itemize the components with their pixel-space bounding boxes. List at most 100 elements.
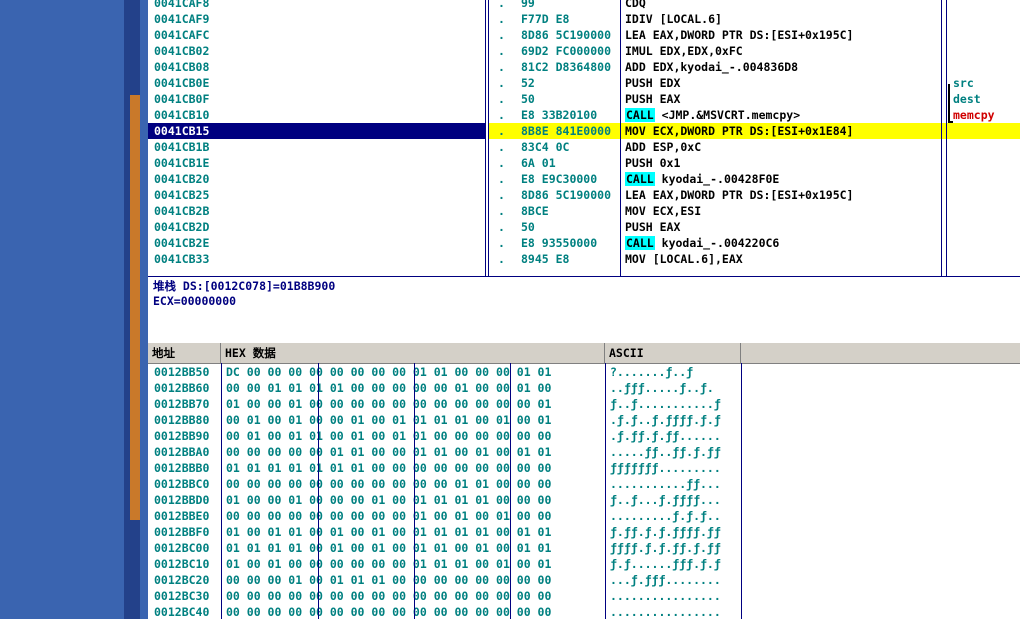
- dump-address-cell[interactable]: 0012BBC0: [154, 476, 209, 492]
- dump-row[interactable]: 0012BBF0 01 00 01 01 00 01 00 01 00 01 01…: [148, 524, 1020, 540]
- dump-ascii-cell[interactable]: ƒƒƒƒƒƒƒ.........: [610, 460, 721, 476]
- dump-address-cell[interactable]: 0012BB80: [154, 412, 209, 428]
- dump-ascii-cell[interactable]: .ƒ.ƒƒ.ƒ.ƒƒ......: [610, 428, 721, 444]
- address-cell[interactable]: 0041CAFC: [154, 27, 209, 43]
- dump-address-cell[interactable]: 0012BC40: [154, 604, 209, 619]
- hex-cell[interactable]: 8D86 5C190000: [521, 187, 621, 203]
- dump-ascii-cell[interactable]: .....ƒƒ..ƒƒ.ƒ.ƒƒ: [610, 444, 721, 460]
- disasm-row[interactable]: 0041CB15. 8B8E 841E0000 MOV ECX,DWORD PTR …: [148, 123, 1020, 139]
- hex-cell[interactable]: 6A 01: [521, 155, 621, 171]
- dump-address-cell[interactable]: 0012BBA0: [154, 444, 209, 460]
- dump-row[interactable]: 0012BC20 00 00 00 01 00 01 01 01 00 00 00…: [148, 572, 1020, 588]
- instruction-cell[interactable]: CDQ: [625, 0, 646, 11]
- dump-hex-cell[interactable]: 00 00 01 01 01 01 00 00 00 00 00 01 00 0…: [226, 380, 551, 396]
- disasm-row[interactable]: 0041CB1E. 6A 01 PUSH 0x1: [148, 155, 1020, 171]
- instruction-cell[interactable]: MOV ECX,DWORD PTR DS:[ESI+0x1E84]: [625, 123, 853, 139]
- instruction-cell[interactable]: PUSH EAX: [625, 219, 680, 235]
- dump-hex-cell[interactable]: 01 00 01 01 00 01 00 01 00 01 01 01 01 0…: [226, 524, 551, 540]
- dump-row[interactable]: 0012BBC0 00 00 00 00 00 00 00 00 00 00 00…: [148, 476, 1020, 492]
- dump-ascii-cell[interactable]: ƒ..ƒ...........ƒ: [610, 396, 721, 412]
- address-cell[interactable]: 0041CAF8: [154, 0, 209, 11]
- hex-dump-pane[interactable]: 地址 HEX 数据 ASCII 0012BB50 DC 00 00 00 00 0…: [148, 343, 1020, 619]
- disasm-row[interactable]: 0041CB33. 8945 E8 MOV [LOCAL.6],EAX: [148, 251, 1020, 267]
- instruction-cell[interactable]: PUSH EDX: [625, 75, 680, 91]
- address-cell[interactable]: 0041CB20: [154, 171, 209, 187]
- dump-ascii-cell[interactable]: ƒƒƒƒ.ƒ.ƒ.ƒƒ.ƒ.ƒƒ: [610, 540, 721, 556]
- dump-address-cell[interactable]: 0012BB90: [154, 428, 209, 444]
- dump-ascii-cell[interactable]: ...ƒ.ƒƒƒ........: [610, 572, 721, 588]
- hex-cell[interactable]: 50: [521, 91, 621, 107]
- hex-cell[interactable]: 8BCE: [521, 203, 621, 219]
- dump-hex-cell[interactable]: 00 00 00 00 00 00 00 00 00 00 00 01 01 0…: [226, 476, 551, 492]
- dump-ascii-cell[interactable]: ................: [610, 588, 721, 604]
- dump-row[interactable]: 0012BC00 01 01 01 01 00 01 00 01 00 01 01…: [148, 540, 1020, 556]
- address-cell[interactable]: 0041CB2E: [154, 235, 209, 251]
- instruction-cell[interactable]: ADD ESP,0xC: [625, 139, 701, 155]
- column-header-hex[interactable]: HEX 数据: [221, 343, 605, 363]
- disasm-row[interactable]: 0041CAFC. 8D86 5C190000 LEA EAX,DWORD PTR …: [148, 27, 1020, 43]
- dump-ascii-cell[interactable]: ƒ.ƒƒ.ƒ.ƒ.ƒƒƒƒ.ƒƒ: [610, 524, 721, 540]
- address-cell[interactable]: 0041CB2D: [154, 219, 209, 235]
- dump-row[interactable]: 0012BBB0 01 01 01 01 01 01 01 00 00 00 00…: [148, 460, 1020, 476]
- disasm-row[interactable]: 0041CB02. 69D2 FC000000 IMUL EDX,EDX,0xFC: [148, 43, 1020, 59]
- dump-ascii-cell[interactable]: ?.......ƒ..ƒ: [610, 364, 693, 380]
- hex-cell[interactable]: 8D86 5C190000: [521, 27, 621, 43]
- dump-hex-cell[interactable]: 01 00 01 00 00 00 00 00 00 01 01 01 00 0…: [226, 556, 551, 572]
- dump-row[interactable]: 0012BB60 00 00 01 01 01 01 00 00 00 00 00…: [148, 380, 1020, 396]
- address-cell[interactable]: 0041CB25: [154, 187, 209, 203]
- instruction-cell[interactable]: CALL kyodai_-.004220C6: [625, 235, 779, 251]
- hex-cell[interactable]: F77D E8: [521, 11, 621, 27]
- dump-row[interactable]: 0012BB80 00 01 00 01 00 00 01 00 01 01 01…: [148, 412, 1020, 428]
- address-cell[interactable]: 0041CB0E: [154, 75, 209, 91]
- column-header-ascii[interactable]: ASCII: [605, 343, 741, 363]
- hex-cell[interactable]: 50: [521, 219, 621, 235]
- address-cell[interactable]: 0041CB02: [154, 43, 209, 59]
- dump-address-cell[interactable]: 0012BBB0: [154, 460, 209, 476]
- hex-cell[interactable]: 52: [521, 75, 621, 91]
- instruction-cell[interactable]: PUSH 0x1: [625, 155, 680, 171]
- dump-hex-cell[interactable]: 00 01 00 01 00 00 01 00 01 01 01 01 00 0…: [226, 412, 551, 428]
- address-cell[interactable]: 0041CB08: [154, 59, 209, 75]
- disasm-row[interactable]: 0041CB25. 8D86 5C190000 LEA EAX,DWORD PTR …: [148, 187, 1020, 203]
- disasm-row[interactable]: 0041CB20. E8 E9C30000 CALL kyodai_-.00428F…: [148, 171, 1020, 187]
- instruction-cell[interactable]: MOV ECX,ESI: [625, 203, 701, 219]
- dump-row[interactable]: 0012BB50 DC 00 00 00 00 00 00 00 00 01 01…: [148, 364, 1020, 380]
- hex-cell[interactable]: 8B8E 841E0000: [521, 123, 621, 139]
- disasm-row[interactable]: 0041CB1B. 83C4 0C ADD ESP,0xC: [148, 139, 1020, 155]
- hex-cell[interactable]: 69D2 FC000000: [521, 43, 621, 59]
- dump-address-cell[interactable]: 0012BC20: [154, 572, 209, 588]
- dump-hex-cell[interactable]: 00 00 00 00 00 00 00 00 00 01 00 01 00 0…: [226, 508, 551, 524]
- dump-row[interactable]: 0012BBD0 01 00 00 01 00 00 00 01 00 01 01…: [148, 492, 1020, 508]
- dump-hex-cell[interactable]: 01 01 01 01 01 01 01 00 00 00 00 00 00 0…: [226, 460, 551, 476]
- disasm-row[interactable]: 0041CAF9. F77D E8 IDIV [LOCAL.6]: [148, 11, 1020, 27]
- address-cell[interactable]: 0041CB33: [154, 251, 209, 267]
- dump-hex-cell[interactable]: 01 00 00 01 00 00 00 01 00 01 01 01 01 0…: [226, 492, 551, 508]
- dump-address-cell[interactable]: 0012BC00: [154, 540, 209, 556]
- dump-address-cell[interactable]: 0012BB60: [154, 380, 209, 396]
- dump-address-cell[interactable]: 0012BC30: [154, 588, 209, 604]
- dump-hex-cell[interactable]: 01 01 01 01 00 01 00 01 00 01 01 00 01 0…: [226, 540, 551, 556]
- dump-address-cell[interactable]: 0012BC10: [154, 556, 209, 572]
- dump-ascii-cell[interactable]: ................: [610, 604, 721, 619]
- instruction-cell[interactable]: ADD EDX,kyodai_-.004836D8: [625, 59, 798, 75]
- disasm-row[interactable]: 0041CAF8. 99 CDQ: [148, 0, 1020, 11]
- instruction-cell[interactable]: LEA EAX,DWORD PTR DS:[ESI+0x195C]: [625, 187, 853, 203]
- dump-hex-cell[interactable]: 00 00 00 01 00 01 01 01 00 00 00 00 00 0…: [226, 572, 551, 588]
- dump-ascii-cell[interactable]: ƒ.ƒ......ƒƒƒ.ƒ.ƒ: [610, 556, 721, 572]
- hex-cell[interactable]: E8 33B20100: [521, 107, 621, 123]
- dump-hex-cell[interactable]: DC 00 00 00 00 00 00 00 00 01 01 00 00 0…: [226, 364, 551, 380]
- instruction-cell[interactable]: LEA EAX,DWORD PTR DS:[ESI+0x195C]: [625, 27, 853, 43]
- disasm-row[interactable]: 0041CB2D. 50 PUSH EAX: [148, 219, 1020, 235]
- dump-ascii-cell[interactable]: ƒ..ƒ...ƒ.ƒƒƒƒ...: [610, 492, 721, 508]
- dump-address-cell[interactable]: 0012BB50: [154, 364, 209, 380]
- dump-row[interactable]: 0012BBA0 00 00 00 00 00 01 01 00 00 01 01…: [148, 444, 1020, 460]
- dump-row[interactable]: 0012BBE0 00 00 00 00 00 00 00 00 00 01 00…: [148, 508, 1020, 524]
- disasm-row[interactable]: 0041CB2B. 8BCE MOV ECX,ESI: [148, 203, 1020, 219]
- hex-cell[interactable]: 99: [521, 0, 621, 11]
- address-cell[interactable]: 0041CB1E: [154, 155, 209, 171]
- dump-hex-cell[interactable]: 01 00 00 01 00 00 00 00 00 00 00 00 00 0…: [226, 396, 551, 412]
- hex-cell[interactable]: E8 93550000: [521, 235, 621, 251]
- hex-cell[interactable]: 83C4 0C: [521, 139, 621, 155]
- dump-row[interactable]: 0012BC30 00 00 00 00 00 00 00 00 00 00 00…: [148, 588, 1020, 604]
- dump-address-cell[interactable]: 0012BBE0: [154, 508, 209, 524]
